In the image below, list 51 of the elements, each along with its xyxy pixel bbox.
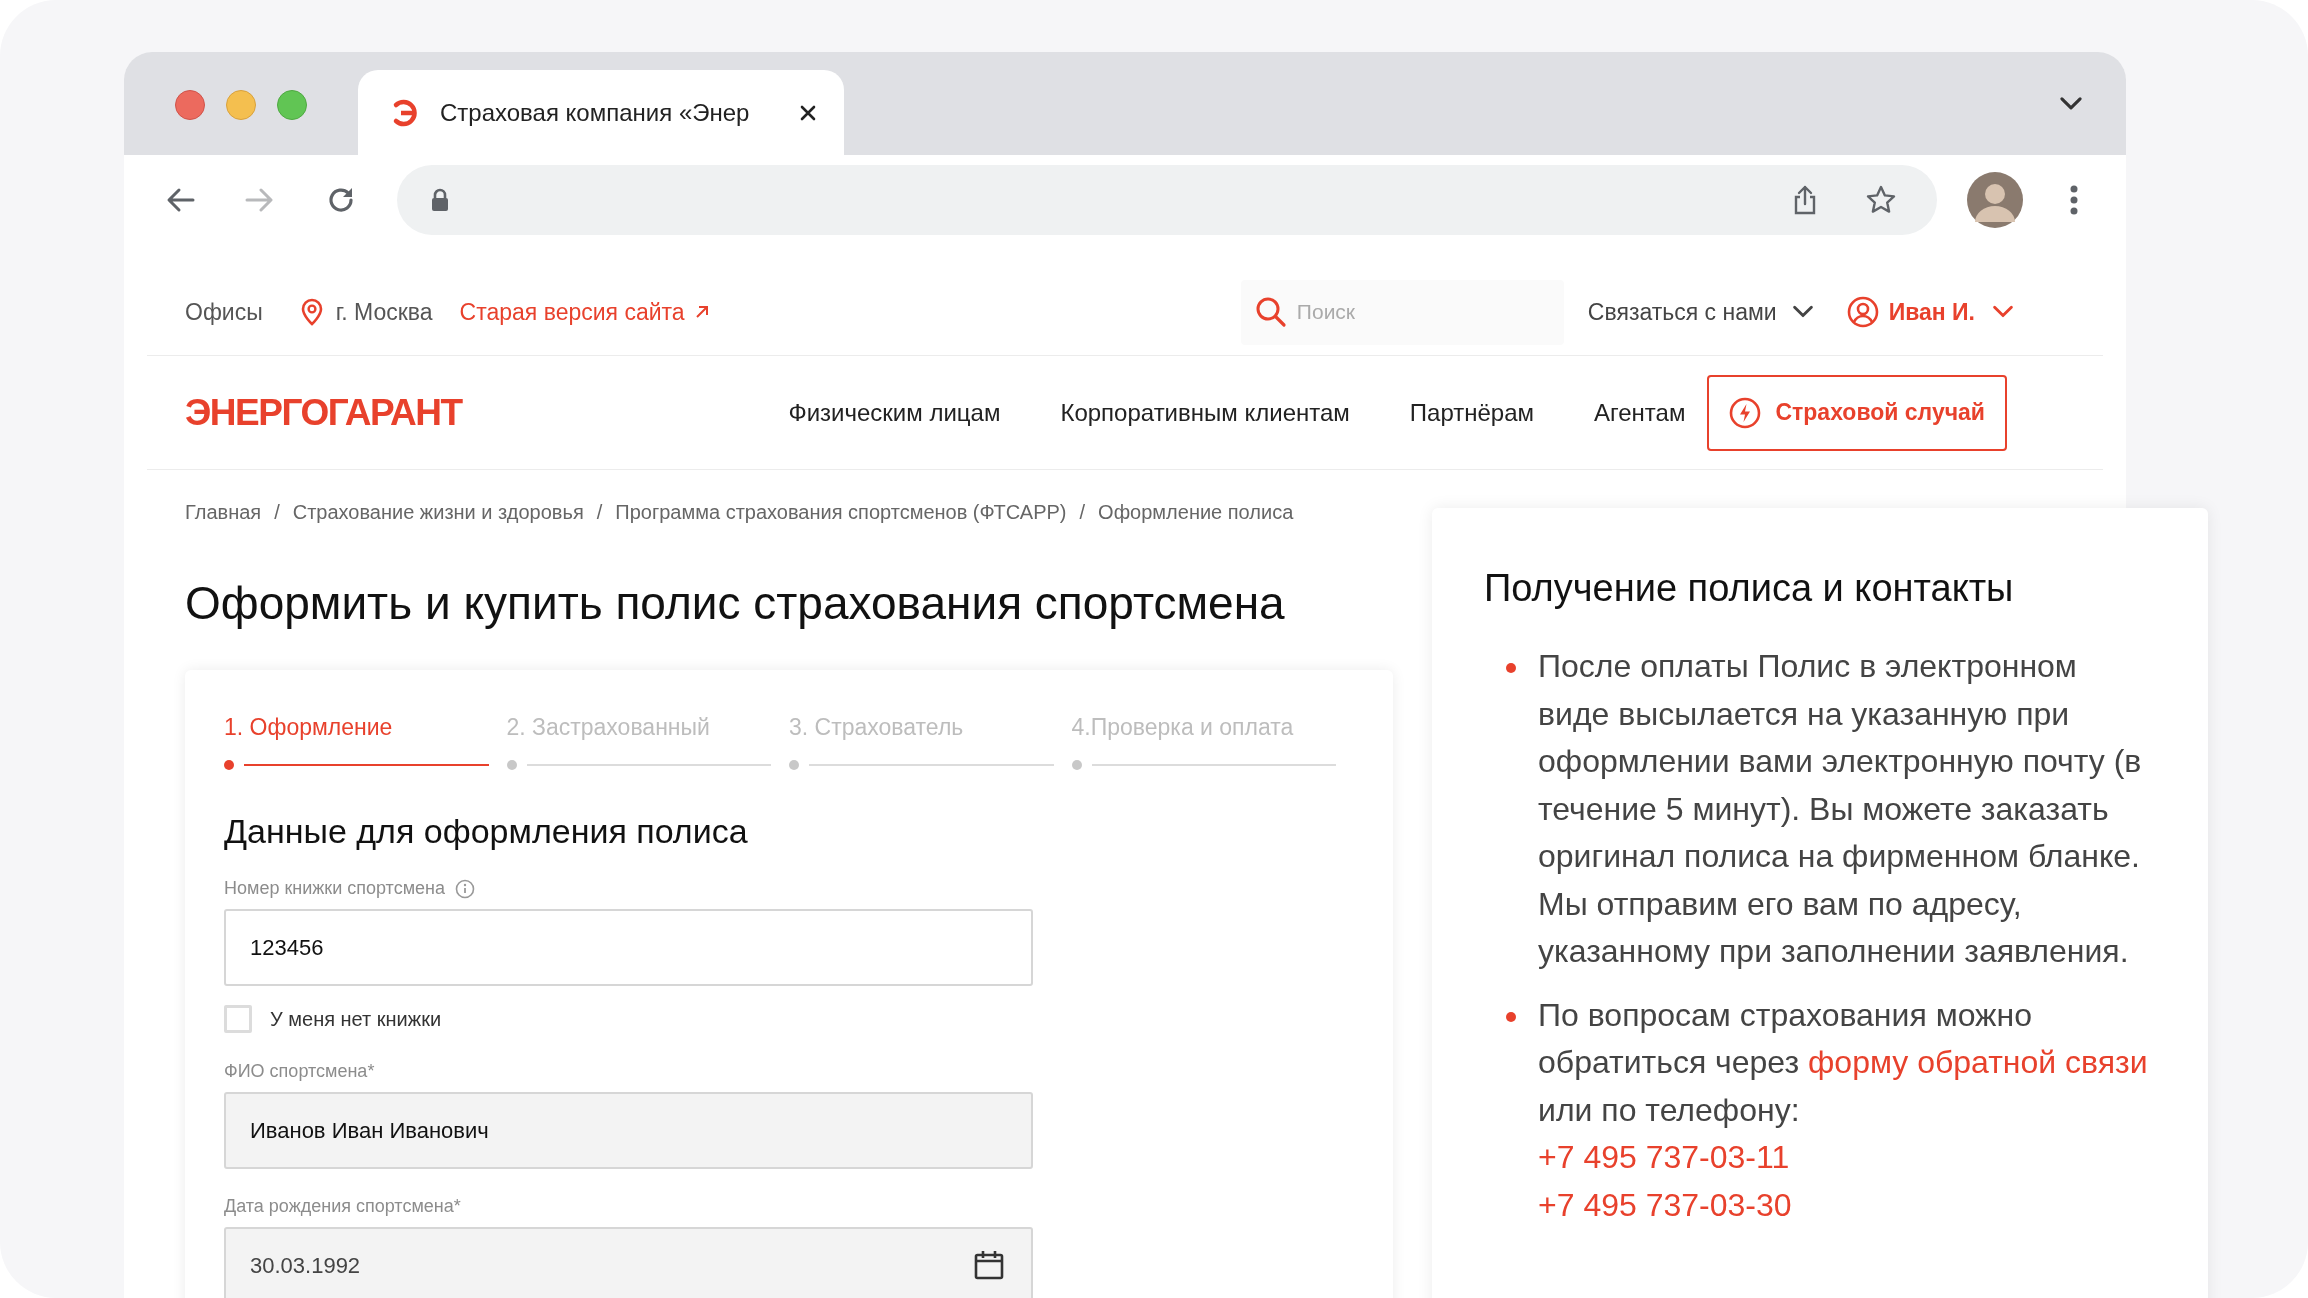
nav-link[interactable]: Корпоративным клиентам [1060,394,1350,431]
search-field[interactable]: Поиск [1240,279,1564,345]
input-field[interactable]: 123456 [224,909,1033,986]
search-icon [1254,295,1287,328]
breadcrumb-link[interactable]: Страхование жизни и здоровья [292,497,584,527]
nav-link[interactable]: Агентам [1594,394,1686,431]
old-site-link[interactable]: Старая версия сайта [459,294,709,330]
offices-link[interactable]: Офисы [185,294,263,330]
breadcrumb-link[interactable]: Программа страхования спортсменов (ФТСАРР) [615,497,1067,527]
page-title: Оформить и купить полис страхования спортсмена [185,576,1285,631]
window-control-button[interactable] [175,89,205,120]
info-paragraph: После оплаты Полис в электронном виде высылается на указанную при оформлении вами электронную почту (в течение 5 минут). Вы можете заказать оригинал полиса на фирменном бланке. Мы отправим его вам по адресу, указанному при заполнении заявления. [1538,647,2143,971]
logo[interactable]: ЭНЕРГОГАРАНТ [185,394,462,431]
bullet-icon [1506,1011,1516,1022]
info-icon[interactable] [455,878,475,899]
contact-dropdown[interactable]: Связаться с нами [1587,294,1815,330]
breadcrumb-separator: / [274,500,280,525]
logo-icon [392,98,418,127]
phone-link[interactable]: +7 495 737-03-30 [1538,1181,2153,1229]
more-menu-icon[interactable] [2069,184,2079,216]
breadcrumb-link[interactable]: Оформление полиса [1098,497,1294,527]
feedback-link[interactable]: форму обратной связи [1808,1044,2148,1080]
step-tab[interactable]: 1. Оформление [224,709,507,744]
location-pin-icon [300,298,323,326]
city-link[interactable]: г. Москва [335,294,433,330]
user-menu[interactable]: Иван И. [1846,294,2015,330]
nav-link[interactable]: Партнёрам [1409,394,1534,431]
section-title: Данные для оформления полиса [224,811,749,852]
browser-tab[interactable]: Страховая компания «Энер [358,70,844,155]
lightning-icon [1729,396,1762,429]
breadcrumb-separator: / [596,500,603,525]
claim-button[interactable]: Страховой случай [1707,374,2007,451]
lock-icon [430,188,450,212]
avatar[interactable] [1967,172,2023,228]
info-paragraph: По вопросам страхования можно обратиться через форму обратной связи или по телефону: [1538,995,2149,1130]
star-icon[interactable] [1865,184,1897,216]
calendar-icon[interactable] [973,1249,1005,1281]
phone-link[interactable]: +7 495 737-03-11 [1538,1134,2153,1182]
field-label: Дата рождения спортсмена* [224,1195,461,1218]
field-label: ФИО спортсмена* [224,1060,375,1083]
tab-title: Страховая компания «Энер [440,97,751,128]
checkbox[interactable] [224,1005,252,1033]
breadcrumb-link[interactable]: Главная [185,497,262,527]
panel-title: Получение полиса и контакты [1484,566,2015,611]
nav-link[interactable]: Физическим лицам [788,394,1001,431]
field-label: Номер книжки спортсмена [224,877,445,900]
breadcrumb-separator: / [1079,500,1086,525]
external-arrow-icon [694,305,709,319]
checkbox-label: У меня нет книжки [270,1007,442,1032]
user-icon [1846,296,1879,328]
bullet-icon [1506,663,1516,673]
